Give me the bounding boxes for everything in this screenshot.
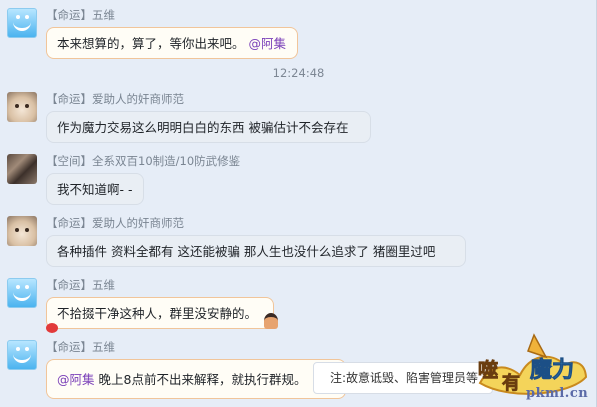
character-icon xyxy=(264,313,278,329)
message-text: 不拾掇干净这种人，群里没安静的。 xyxy=(57,306,258,321)
avatar[interactable] xyxy=(7,92,37,122)
notice-text: 注:故意诋毁、陷害管理员等 xyxy=(330,371,479,385)
avatar[interactable] xyxy=(7,278,37,308)
mention-link[interactable]: @阿集 xyxy=(249,36,287,51)
timestamp: 12:24:48 xyxy=(272,66,325,80)
message-bubble: 不拾掇干净这种人，群里没安静的。 xyxy=(46,297,274,329)
avatar[interactable] xyxy=(7,340,37,370)
svg-text:有: 有 xyxy=(502,372,520,394)
avatar[interactable] xyxy=(7,154,37,184)
sender-name[interactable]: 【空间】全系双百10制造/10防武修鉴 xyxy=(46,153,240,169)
rose-icon xyxy=(46,323,58,333)
avatar[interactable] xyxy=(7,216,37,246)
sender-name[interactable]: 【命运】五维 xyxy=(46,277,115,293)
sender-name[interactable]: 【命运】爱助人的奸商师范 xyxy=(46,215,184,231)
message-text: 作为魔力交易这么明明白白的东西 被骗估计不会存在 xyxy=(57,120,349,135)
notice-box: 注:故意诋毁、陷害管理员等 xyxy=(313,362,493,394)
sender-name[interactable]: 【命运】五维 xyxy=(46,7,115,23)
message-bubble: 本来想算的，算了，等你出来吧。 @阿集 xyxy=(46,27,298,59)
svg-text:噬: 噬 xyxy=(478,358,498,382)
avatar[interactable] xyxy=(7,8,37,38)
message-text: 各种插件 资料全都有 这还能被骗 那人生也没什么追求了 猪圈里过吧 xyxy=(57,244,436,259)
mention-link[interactable]: @阿集 xyxy=(57,372,95,387)
message-bubble: 各种插件 资料全都有 这还能被骗 那人生也没什么追求了 猪圈里过吧 xyxy=(46,235,466,267)
sender-name[interactable]: 【命运】爱助人的奸商师范 xyxy=(46,91,184,107)
sender-name[interactable]: 【命运】五维 xyxy=(46,339,115,355)
chat-window: 【命运】五维 本来想算的，算了，等你出来吧。 @阿集 12:24:48 【命运】… xyxy=(0,0,597,407)
message-text: 晚上8点前不出来解释，就执行群规。 xyxy=(98,372,307,387)
message-bubble: 我不知道啊- - xyxy=(46,173,144,205)
svg-text:魔力: 魔力 xyxy=(530,357,574,383)
message-text: 我不知道啊- - xyxy=(57,182,133,197)
message-text: 本来想算的，算了，等你出来吧。 xyxy=(57,36,245,51)
message-bubble: @阿集 晚上8点前不出来解释，就执行群规。 xyxy=(46,359,346,399)
message-bubble: 作为魔力交易这么明明白白的东西 被骗估计不会存在 xyxy=(46,111,371,143)
watermark-domain: pkml.cn xyxy=(526,386,589,401)
